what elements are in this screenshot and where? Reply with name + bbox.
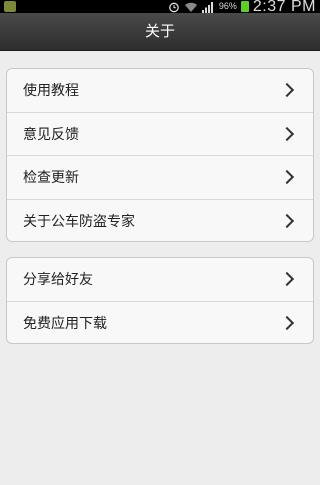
battery-icon — [240, 1, 249, 12]
menu-item-label: 使用教程 — [23, 83, 79, 100]
status-icons: 96% 2:37 PM — [168, 0, 316, 15]
menu-item-label: 检查更新 — [23, 170, 79, 187]
menu-item-label: 关于公车防盗专家 — [23, 214, 135, 231]
menu-item-label: 免费应用下载 — [23, 316, 107, 333]
menu-group-1: 使用教程 意见反馈 检查更新 关于公车防盗专家 — [6, 68, 314, 242]
menu-item-feedback[interactable]: 意见反馈 — [7, 113, 313, 156]
menu-item-free-apps[interactable]: 免费应用下载 — [7, 302, 313, 344]
menu-item-label: 分享给好友 — [23, 272, 93, 289]
chevron-right-icon — [279, 83, 295, 98]
menu-item-label: 意见反馈 — [23, 126, 79, 143]
menu-item-tutorial[interactable]: 使用教程 — [7, 69, 313, 113]
alarm-icon — [169, 2, 179, 12]
page-title: 关于 — [0, 13, 320, 51]
notification-icon — [4, 1, 16, 12]
wifi-icon — [184, 2, 197, 12]
chevron-right-icon — [279, 126, 295, 141]
chevron-right-icon — [279, 316, 295, 331]
menu-group-2: 分享给好友 免费应用下载 — [6, 257, 314, 344]
chevron-right-icon — [279, 214, 295, 229]
menu-item-check-update[interactable]: 检查更新 — [7, 156, 313, 200]
chevron-right-icon — [279, 170, 295, 185]
chevron-right-icon — [279, 272, 295, 287]
status-bar: 96% 2:37 PM — [0, 0, 320, 15]
signal-icon — [201, 1, 213, 13]
battery-percent: 96% — [218, 1, 237, 11]
menu-item-about-app[interactable]: 关于公车防盗专家 — [7, 200, 313, 242]
menu-item-share[interactable]: 分享给好友 — [7, 258, 313, 302]
status-time: 2:37 PM — [252, 0, 316, 15]
